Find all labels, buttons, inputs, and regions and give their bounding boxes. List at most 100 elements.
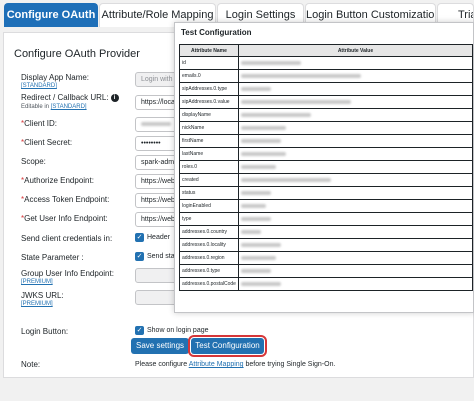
redirect-url-label-text: Redirect / Callback URL: <box>21 93 109 102</box>
attribute-value-cell <box>237 186 474 200</box>
redacted-value <box>240 73 361 78</box>
attribute-name-cell: nickName <box>179 121 239 135</box>
table-row: nickName <box>179 121 474 135</box>
redacted-value <box>240 229 261 234</box>
attribute-name-cell: firstName <box>179 134 239 148</box>
header-checkbox[interactable]: ✓ <box>135 233 144 242</box>
attribute-value-cell <box>237 277 474 291</box>
note-text-after: before trying Single Sign-On. <box>243 361 336 368</box>
attribute-value-cell <box>237 225 474 239</box>
display-app-name-label: Display App Name: <box>21 73 90 82</box>
table-row: loginEnabled <box>179 199 474 213</box>
jwks-url-label: JWKS URL: <box>21 291 64 300</box>
attribute-name-cell: addresses.0.type <box>179 264 239 278</box>
attribute-name-cell: loginEnabled <box>179 199 239 213</box>
save-settings-button[interactable]: Save settings <box>131 338 189 354</box>
attribute-value-cell <box>237 173 474 187</box>
info-icon[interactable]: i <box>110 94 119 102</box>
attribute-name-cell: roles.0 <box>179 160 239 174</box>
table-row: type <box>179 212 474 226</box>
group-user-info-endpoint-label: Group User Info Endpoint: <box>21 269 114 278</box>
redacted-value <box>240 255 276 260</box>
redacted-value <box>240 190 271 195</box>
page-title: Configure OAuth Provider <box>14 48 140 60</box>
authorize-endpoint-label: *Authorize Endpoint: <box>21 176 94 185</box>
attribute-name-cell: addresses.0.postalCode <box>179 277 239 291</box>
redacted-value <box>240 86 271 91</box>
attribute-name-cell: sipAddresses.0.type <box>179 82 239 96</box>
table-row: displayName <box>179 108 474 122</box>
client-id-label: *Client ID: <box>21 119 57 128</box>
table-row: addresses.0.region <box>179 251 474 265</box>
table-row: firstName <box>179 134 474 148</box>
popup-title: Test Configuration <box>181 28 252 37</box>
attribute-value-cell <box>237 56 474 70</box>
attribute-name-header: Attribute Name <box>179 44 239 57</box>
attribute-mapping-link[interactable]: Attribute Mapping <box>189 361 244 368</box>
table-row: addresses.0.country <box>179 225 474 239</box>
table-row: status <box>179 186 474 200</box>
attribute-value-cell <box>237 238 474 252</box>
redacted-value <box>240 216 271 221</box>
client-secret-label-text: Client Secret: <box>24 138 73 147</box>
show-on-login-page-checkbox[interactable]: ✓ <box>135 326 144 335</box>
table-row: addresses.0.type <box>179 264 474 278</box>
redacted-value <box>240 177 331 182</box>
attribute-value-cell <box>237 82 474 96</box>
table-row: addresses.0.postalCode <box>179 277 474 291</box>
attribute-name-cell: lastName <box>179 147 239 161</box>
redacted-value <box>240 60 301 65</box>
attribute-name-cell: type <box>179 212 239 226</box>
scope-label: Scope: <box>21 157 46 166</box>
attribute-value-cell <box>237 95 474 109</box>
attributes-table: Attribute Name Attribute Value id emails.… <box>179 44 474 291</box>
tab-configure-oauth[interactable]: Configure OAuth <box>4 3 98 27</box>
table-row: lastName <box>179 147 474 161</box>
attribute-value-cell <box>237 108 474 122</box>
attribute-value-cell <box>237 264 474 278</box>
redirect-url-note: Editable in [STANDARD] <box>21 104 87 110</box>
table-header-row: Attribute Name Attribute Value <box>179 44 474 57</box>
attribute-name-cell: addresses.0.country <box>179 225 239 239</box>
header-option-label: Header <box>147 234 170 241</box>
premium-link[interactable]: [PREMIUM] <box>21 301 53 307</box>
redacted-value <box>240 138 281 143</box>
table-row: roles.0 <box>179 160 474 174</box>
standard-link[interactable]: [STANDARD] <box>51 104 87 110</box>
attribute-name-cell: emails.0 <box>179 69 239 83</box>
attribute-name-cell: addresses.0.region <box>179 251 239 265</box>
table-row: created <box>179 173 474 187</box>
redirect-url-label: Redirect / Callback URL: i <box>21 93 119 102</box>
premium-link[interactable]: [PREMIUM] <box>21 279 53 285</box>
table-row: id <box>179 56 474 70</box>
table-row: addresses.0.locality <box>179 238 474 252</box>
attribute-name-cell: addresses.0.locality <box>179 238 239 252</box>
attribute-value-cell <box>237 69 474 83</box>
attribute-value-cell <box>237 147 474 161</box>
redacted-value <box>240 203 266 208</box>
access-token-endpoint-label: *Access Token Endpoint: <box>21 195 109 204</box>
redacted-value <box>240 281 281 286</box>
redacted-value <box>240 164 276 169</box>
show-on-login-page-label: Show on login page <box>147 327 209 334</box>
state-parameter-label: State Parameter : <box>21 253 84 262</box>
attribute-value-header: Attribute Value <box>237 44 474 57</box>
attribute-value-cell <box>237 251 474 265</box>
standard-link[interactable]: [STANDARD] <box>21 83 57 89</box>
attribute-value-cell <box>237 121 474 135</box>
get-user-info-endpoint-label-text: Get User Info Endpoint: <box>24 214 108 223</box>
attribute-name-cell: id <box>179 56 239 70</box>
attribute-name-cell: sipAddresses.0.value <box>179 95 239 109</box>
attribute-name-cell: created <box>179 173 239 187</box>
redacted-value <box>240 151 286 156</box>
attributes-table-body: id emails.0 sipAddresses.0.type sipAddresse… <box>179 56 474 291</box>
get-user-info-endpoint-label: *Get User Info Endpoint: <box>21 214 108 223</box>
table-row: emails.0 <box>179 69 474 83</box>
note-text: Please configure Attribute Mapping befor… <box>135 361 335 368</box>
redacted-value <box>240 268 271 273</box>
send-state-checkbox[interactable]: ✓ <box>135 252 144 261</box>
authorize-endpoint-label-text: Authorize Endpoint: <box>24 176 94 185</box>
note-text-before: Please configure <box>135 361 189 368</box>
table-row: sipAddresses.0.value <box>179 95 474 109</box>
test-configuration-button[interactable]: Test Configuration <box>188 335 267 357</box>
